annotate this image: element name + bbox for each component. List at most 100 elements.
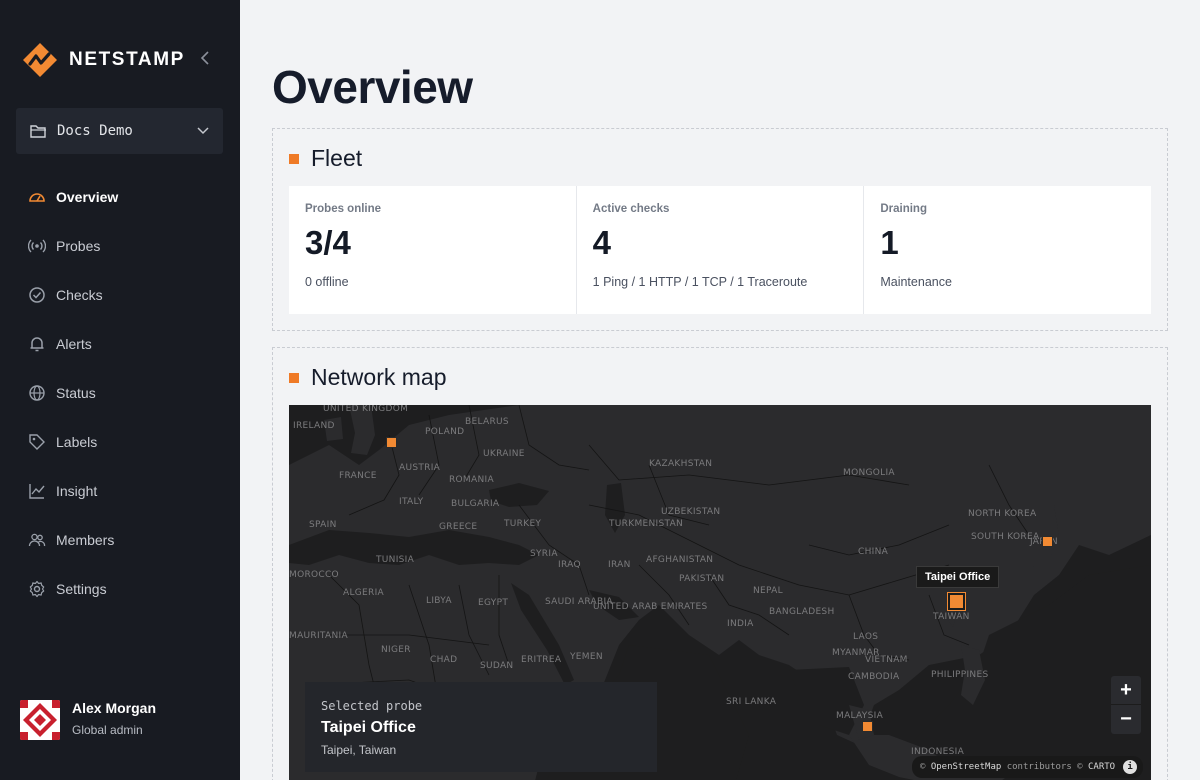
nav-item-probes[interactable]: Probes [16, 221, 223, 270]
stat-subtext: Maintenance [880, 275, 952, 289]
chevron-left-icon [200, 51, 209, 65]
nav-item-insight[interactable]: Insight [16, 466, 223, 515]
nav-item-members[interactable]: Members [16, 515, 223, 564]
folder-icon [30, 125, 46, 138]
map-attribution: © OpenStreetMap contributors © CARTO i [912, 756, 1144, 778]
country-label: United Arab Emirates [593, 602, 708, 612]
nav-item-settings[interactable]: Settings [16, 564, 223, 613]
country-label: Greece [439, 522, 478, 532]
nav-label: Status [56, 384, 96, 401]
line-chart-icon [28, 482, 46, 500]
stat-subtext: 0 offline [305, 275, 349, 289]
nav-item-alerts[interactable]: Alerts [16, 319, 223, 368]
nav-label: Checks [56, 286, 103, 303]
country-label: Austria [399, 463, 441, 473]
selected-probe-label: Selected probe [321, 699, 423, 713]
network-map[interactable]: United Kingdom Poland Belarus Ireland Uk… [289, 405, 1151, 780]
nav-item-overview[interactable]: Overview [16, 172, 223, 221]
stat-label: Draining [880, 203, 927, 215]
sidebar: NETSTAMP Docs Demo Overview Probes Check… [0, 0, 240, 780]
country-label: Turkey [504, 519, 542, 529]
country-label: France [339, 471, 377, 481]
osm-link[interactable]: OpenStreetMap [931, 762, 1001, 772]
workspace-selector[interactable]: Docs Demo [16, 108, 223, 154]
country-label: Ireland [293, 421, 335, 431]
nav-label: Settings [56, 580, 107, 597]
country-label: Malaysia [836, 711, 884, 721]
country-label: Poland [425, 427, 465, 437]
zoom-out-button[interactable]: − [1111, 705, 1141, 734]
zoom-controls: + − [1111, 676, 1141, 734]
country-label: India [727, 619, 754, 629]
country-label: Mongolia [843, 468, 895, 478]
stat-probes-online: Probes online 3/4 0 offline [289, 186, 577, 314]
gauge-icon [28, 188, 46, 206]
nav-item-checks[interactable]: Checks [16, 270, 223, 319]
panel-title: Network map [311, 364, 447, 390]
selected-probe-location: Taipei, Taiwan [321, 743, 397, 757]
country-label: Taiwan [933, 612, 970, 622]
country-label: Italy [399, 497, 424, 507]
country-label: Bangladesh [769, 607, 835, 617]
selected-probe-card: Selected probe Taipei Office Taipei, Tai… [305, 682, 657, 772]
nav-label: Probes [56, 237, 101, 254]
stat-label: Probes online [305, 203, 382, 215]
user-profile[interactable]: Alex Morgan Global admin [20, 700, 156, 740]
workspace-name: Docs Demo [57, 123, 133, 139]
check-circle-icon [28, 286, 46, 304]
nav-label: Insight [56, 482, 98, 499]
chevron-down-icon [197, 127, 209, 135]
tag-icon [28, 433, 46, 451]
main-content: Overview Fleet Probes online 3/4 0 offli… [240, 0, 1200, 780]
panel-title: Fleet [311, 145, 363, 171]
country-label: United Kingdom [323, 405, 409, 414]
nav-label: Labels [56, 433, 98, 450]
country-label: Morocco [289, 570, 339, 580]
nav-item-labels[interactable]: Labels [16, 417, 223, 466]
country-label: Eritrea [521, 655, 562, 665]
probe-marker[interactable] [386, 437, 397, 448]
country-label: Turkmenistan [609, 519, 684, 529]
carto-link[interactable]: CARTO [1088, 762, 1115, 772]
country-label: Ukraine [483, 449, 525, 459]
zoom-in-button[interactable]: + [1111, 676, 1141, 705]
stat-value: 1 [880, 224, 899, 261]
collapse-sidebar-button[interactable] [196, 50, 214, 70]
user-name: Alex Morgan [72, 700, 157, 716]
attribution-prefix: © [920, 762, 926, 772]
netstamp-logo-icon [23, 43, 57, 77]
page-title: Overview [272, 61, 473, 113]
nav-label: Members [56, 531, 115, 548]
globe-icon [28, 384, 46, 402]
country-label: China [858, 547, 889, 557]
bell-icon [28, 335, 46, 353]
nav-item-status[interactable]: Status [16, 368, 223, 417]
info-icon[interactable]: i [1123, 760, 1138, 774]
country-label: Romania [449, 475, 494, 485]
nav-label: Alerts [56, 335, 92, 352]
stat-draining: Draining 1 Maintenance [864, 186, 1151, 314]
probe-marker-selected[interactable] [948, 593, 965, 610]
selected-probe-name: Taipei Office [321, 719, 416, 736]
probe-marker[interactable] [1042, 536, 1053, 547]
network-map-panel: Network map UNITED KINGDOM POLAND BELARU… [272, 347, 1168, 780]
country-label: Libya [426, 596, 452, 606]
stat-active-checks: Active checks 4 1 Ping / 1 HTTP / 1 TCP … [577, 186, 865, 314]
country-label: Bulgaria [451, 499, 500, 509]
country-label: Mauritania [289, 631, 348, 641]
probe-marker[interactable] [862, 721, 873, 732]
avatar [20, 700, 60, 740]
country-label: Kazakhstan [649, 459, 713, 469]
attribution-contributors: contributors © [1006, 762, 1083, 772]
stat-subtext: 1 Ping / 1 HTTP / 1 TCP / 1 Traceroute [592, 275, 808, 289]
gear-icon [28, 580, 46, 598]
brand-name: NETSTAMP [69, 49, 185, 70]
country-label: Cambodia [848, 672, 900, 682]
country-label: Afghanistan [646, 555, 714, 565]
section-marker [289, 372, 299, 383]
country-label: Syria [530, 549, 558, 559]
brand[interactable]: NETSTAMP [22, 42, 185, 78]
country-label: Chad [430, 655, 458, 665]
country-label: Uzbekistan [661, 507, 721, 517]
country-label: Tunisia [376, 555, 415, 565]
